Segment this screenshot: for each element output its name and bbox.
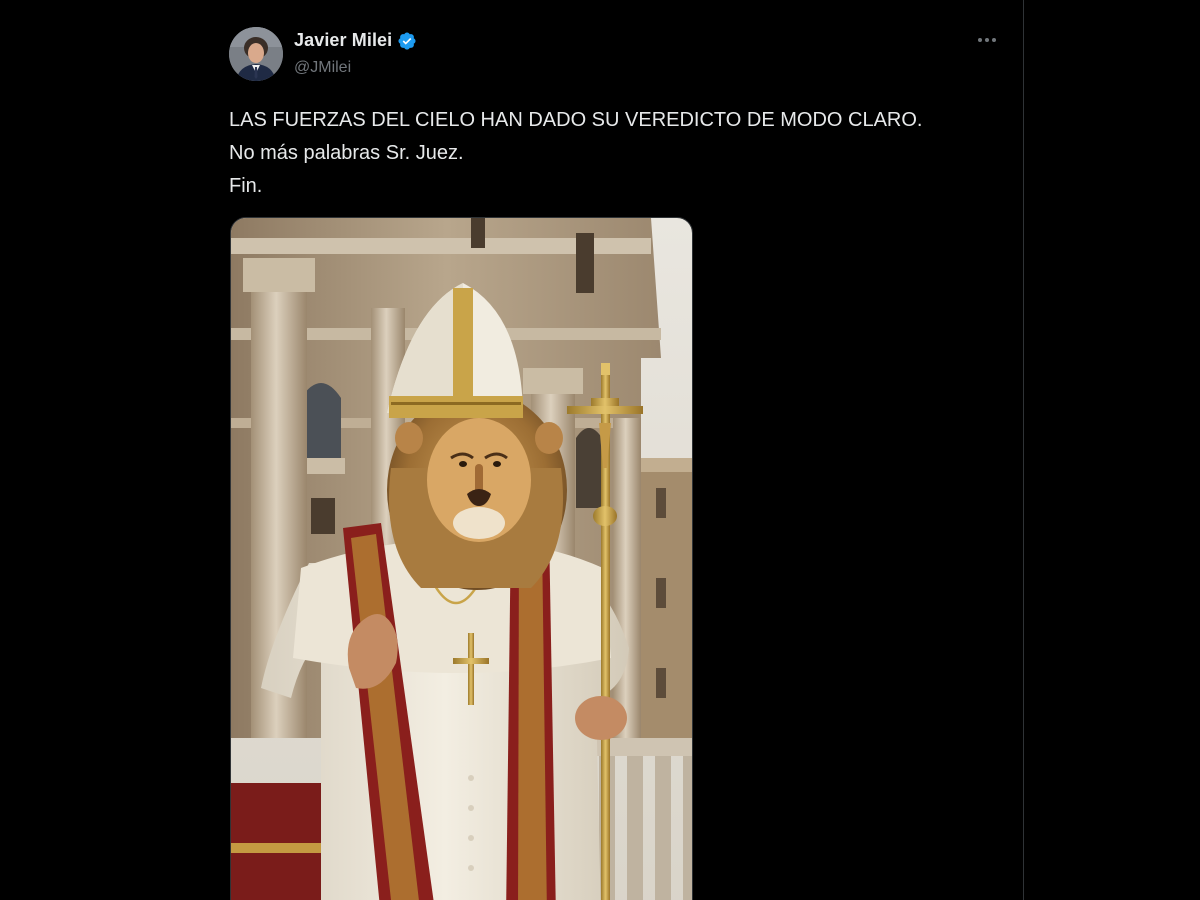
tweet-media-image[interactable] bbox=[230, 217, 693, 900]
tweet-text-line: LAS FUERZAS DEL CIELO HAN DADO SU VEREDI… bbox=[229, 109, 923, 131]
profile-photo-icon bbox=[229, 27, 283, 81]
more-dot-icon bbox=[985, 38, 989, 42]
tweet-text: LAS FUERZAS DEL CIELO HAN DADO SU VEREDI… bbox=[229, 104, 1009, 203]
tweet-text-line: Fin. bbox=[229, 175, 263, 197]
lion-pope-illustration-icon bbox=[231, 218, 692, 900]
verified-badge-icon bbox=[398, 31, 416, 50]
more-options-button[interactable] bbox=[972, 28, 1002, 52]
author-handle[interactable]: @JMilei bbox=[294, 59, 351, 77]
author-display-name[interactable]: Javier Milei bbox=[294, 30, 392, 51]
tweet-text-line: No más palabras Sr. Juez. bbox=[229, 142, 464, 164]
author-avatar[interactable] bbox=[229, 27, 283, 81]
more-dot-icon bbox=[978, 38, 982, 42]
tweet-article: Javier Milei @JMilei LAS FUERZAS DEL CIE… bbox=[214, 0, 1024, 900]
more-dot-icon bbox=[992, 38, 996, 42]
author-name-row: Javier Milei bbox=[294, 30, 417, 51]
